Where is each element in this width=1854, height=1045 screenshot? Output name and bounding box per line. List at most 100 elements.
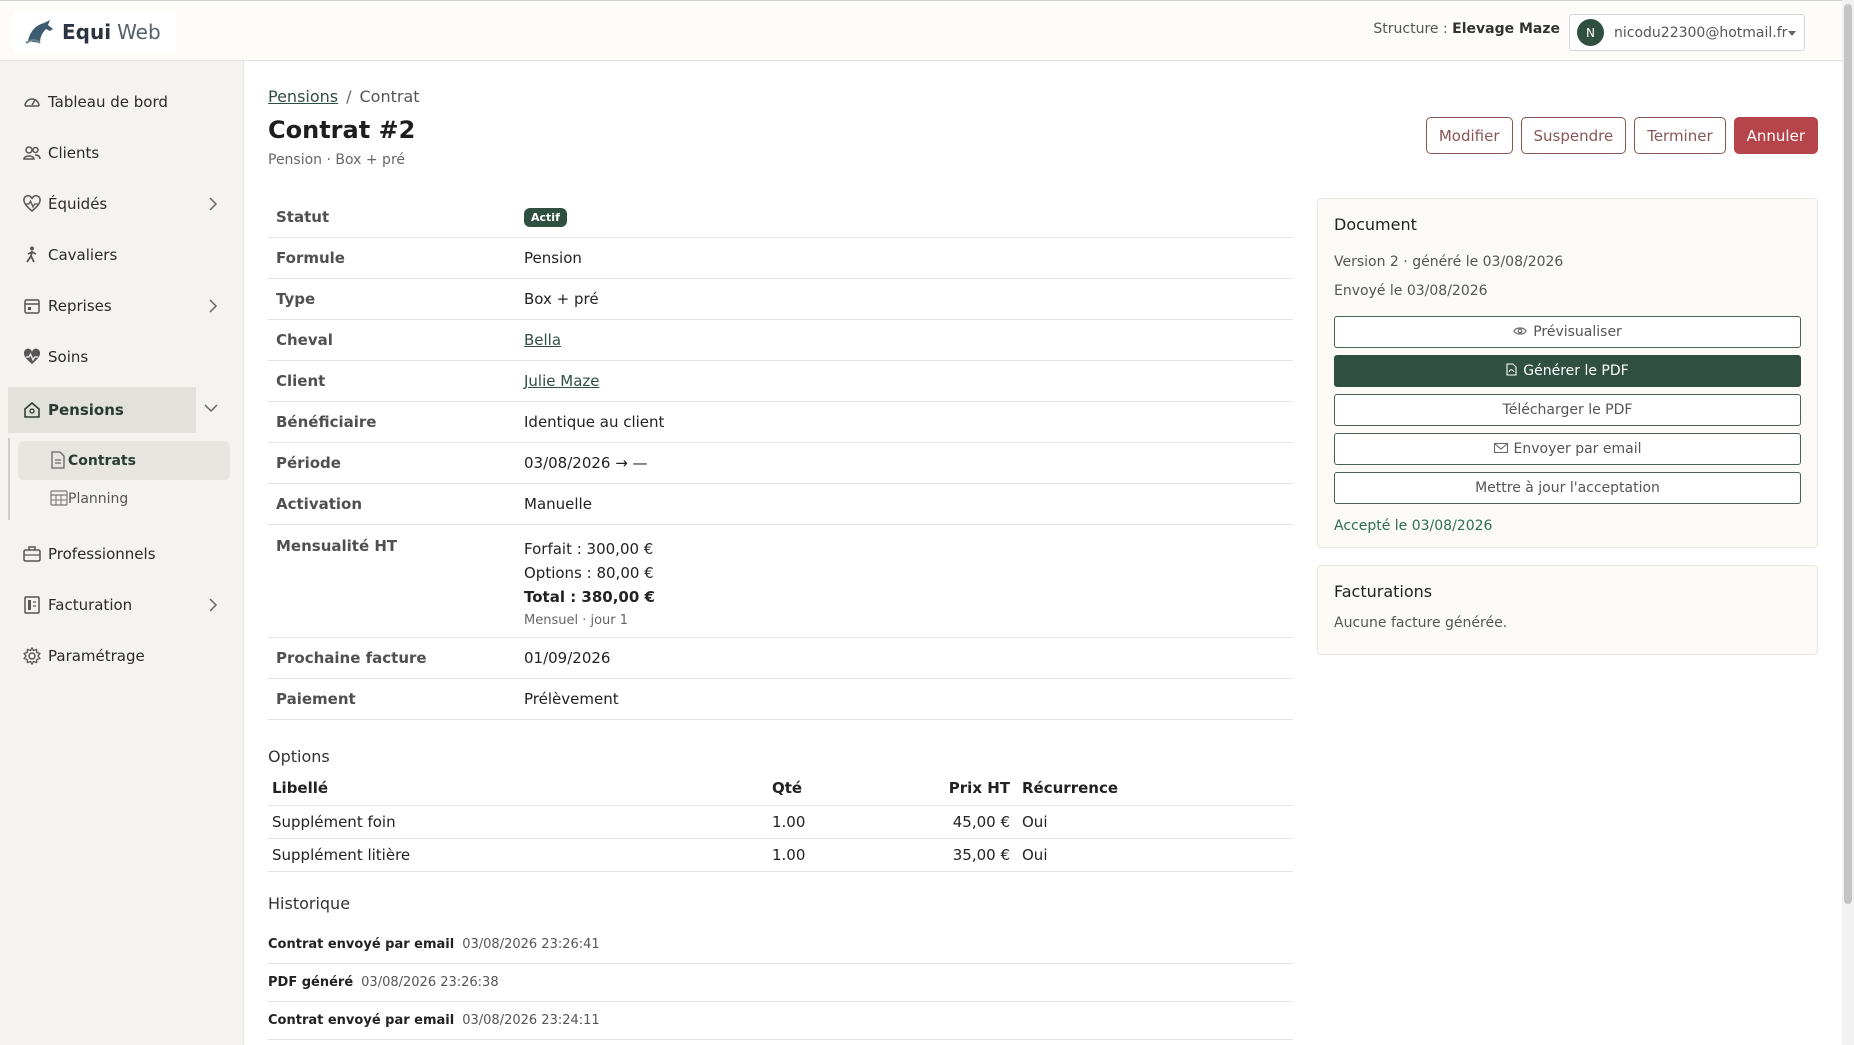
page-title: Contrat #2 [268,116,416,144]
page-subtitle: Pension · Box + pré [268,152,406,168]
sidebar-item-label: Clients [48,144,100,162]
sidebar-item-label: Cavaliers [48,246,118,264]
generate-pdf-button[interactable]: Générer le PDF [1334,355,1801,387]
scrollbar-thumb[interactable] [1844,4,1852,904]
horse-link[interactable]: Bella [524,331,561,349]
acceptance-status: Accepté le 03/08/2026 [1334,518,1493,534]
detail-value: Manuelle [524,495,592,513]
detail-label: Mensualité HT [276,537,398,555]
brand-logo-link[interactable]: Equi Web [14,11,176,53]
sidebar-item-label: Reprises [48,297,112,315]
sidebar-item-label: Tableau de bord [48,93,168,111]
history-event: Contrat envoyé par email [268,1013,455,1028]
detail-row-next-invoice: Prochaine facture 01/09/2026 [268,638,1293,679]
history-time: 03/08/2026 23:26:41 [462,937,600,952]
detail-row-payment: Paiement Prélèvement [268,679,1293,720]
sidebar-item-equides[interactable]: Équidés [8,181,232,227]
document-card: Document Version 2 · généré le 03/08/202… [1317,198,1818,548]
sidebar-item-professionnels[interactable]: Professionnels [8,531,232,577]
chevron-right-icon [209,299,218,313]
pdf-file-icon [1506,362,1517,380]
invoices-card: Facturations Aucune facture générée. [1317,565,1818,655]
edit-button[interactable]: Modifier [1425,117,1513,154]
sidebar-item-soins[interactable]: Soins [8,334,232,380]
generate-pdf-label: Générer le PDF [1523,363,1629,379]
update-acceptance-button[interactable]: Mettre à jour l'acceptation [1334,472,1801,504]
history-time: 03/08/2026 23:24:11 [462,1013,600,1028]
sidebar-subitem-planning[interactable]: Planning [18,479,230,518]
options-title: Options [268,747,330,766]
detail-row-formula: Formule Pension [268,238,1293,279]
user-menu-select[interactable]: N nicodu22300@hotmail.fr [1569,14,1805,51]
options-table: Libellé Qté Prix HT Récurrence Supplémen… [268,771,1293,872]
col-price-header: Prix HT [878,771,1018,806]
table-header-row: Libellé Qté Prix HT Récurrence [268,771,1293,806]
breadcrumb: Pensions / Contrat [268,87,420,106]
detail-label: Bénéficiaire [276,413,377,431]
col-qty-header: Qté [768,771,878,806]
history-item: Contrat envoyé par email 03/08/2026 23:26… [268,926,1293,964]
monthly-note: Mensuel · jour 1 [524,613,629,628]
detail-value: Box + pré [524,290,599,308]
detail-row-beneficiary: Bénéficiaire Identique au client [268,402,1293,443]
envelope-icon [1493,442,1508,457]
suspend-button[interactable]: Suspendre [1520,117,1627,154]
page-scrollbar[interactable] [1842,0,1854,1045]
gear-icon [22,646,42,666]
chevron-right-icon [209,598,218,612]
calendar-icon [22,296,42,316]
table-row: Supplément litière 1.00 35,00 € Oui [268,838,1293,872]
sidebar-item-label: Paramétrage [48,647,145,665]
calendar-grid-icon [50,489,68,511]
contract-actions: Modifier Suspendre Terminer Annuler [1425,117,1818,154]
sidebar-item-parametrage[interactable]: Paramétrage [8,633,232,679]
sidebar-item-facturation[interactable]: Facturation [8,582,232,628]
send-email-button[interactable]: Envoyer par email [1334,433,1801,465]
sidebar-item-pensions[interactable]: Pensions [8,387,218,433]
document-version: Version 2 · généré le 03/08/2026 [1334,254,1564,270]
detail-value: 01/09/2026 [524,649,611,667]
history-item: Contrat envoyé par email 03/08/2026 23:24… [268,1002,1293,1040]
heart-pulse-icon [22,194,42,214]
chevron-right-icon [209,197,218,211]
sidebar-item-cavaliers[interactable]: Cavaliers [8,232,232,278]
chevron-down-icon[interactable] [204,403,218,413]
cancel-button[interactable]: Annuler [1733,117,1818,154]
detail-label: Période [276,454,341,472]
sidebar-item-reprises[interactable]: Reprises [8,283,232,329]
sidebar-item-dashboard[interactable]: Tableau de bord [8,79,232,125]
status-badge: Actif [524,208,567,227]
download-pdf-button[interactable]: Télécharger le PDF [1334,394,1801,426]
detail-label: Activation [276,495,363,513]
monthly-forfait: Forfait : 300,00 € [524,540,654,558]
option-recurrence: Oui [1018,838,1293,872]
history-event: PDF généré [268,975,354,990]
option-label: Supplément foin [268,805,768,839]
send-email-label: Envoyer par email [1513,441,1642,457]
users-icon [22,143,42,163]
invoices-empty-message: Aucune facture générée. [1334,615,1508,631]
option-qty: 1.00 [768,805,878,839]
brand-name-suffix: Web [117,20,161,44]
sidebar-subitem-contrats[interactable]: Contrats [18,441,230,480]
finish-button[interactable]: Terminer [1634,117,1726,154]
top-header: Equi Web Structure : Elevage Maze N nico… [0,0,1842,61]
client-link[interactable]: Julie Maze [524,372,600,390]
dashboard-icon [22,92,42,112]
preview-button[interactable]: Prévisualiser [1334,316,1801,348]
detail-row-client: Client Julie Maze [268,361,1293,402]
option-label: Supplément litière [268,838,768,872]
eye-icon [1513,325,1527,340]
detail-row-period: Période 03/08/2026 → — [268,443,1293,484]
structure-indicator: Structure : Elevage Maze [1373,21,1560,37]
option-price: 45,00 € [878,805,1018,839]
sidebar-subitem-label: Planning [68,490,129,507]
option-price: 35,00 € [878,838,1018,872]
sidebar-item-clients[interactable]: Clients [8,130,232,176]
breadcrumb-link-pensions[interactable]: Pensions [268,87,338,106]
detail-row-type: Type Box + pré [268,279,1293,320]
invoice-icon [22,595,42,615]
detail-row-status: Statut Actif [268,197,1293,238]
sidebar-item-label: Pensions [48,401,124,419]
sidebar: Tableau de bord Clients Équidés Cavalier… [0,61,244,1045]
